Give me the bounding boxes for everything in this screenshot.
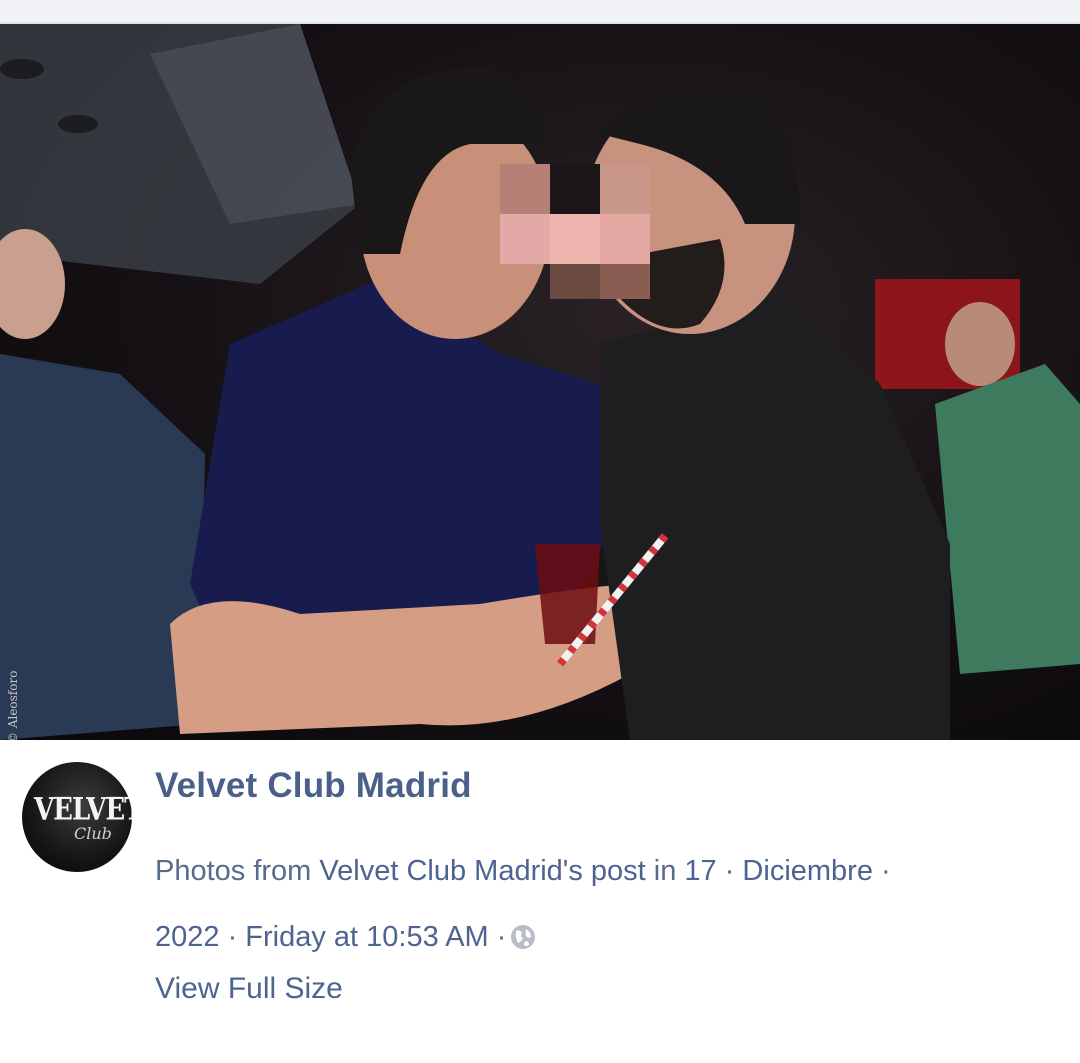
post-meta: Photos from Velvet Club Madrid's post in…	[155, 838, 1035, 970]
photo-watermark: © Aleosforo	[6, 670, 20, 740]
album-link[interactable]: 17 · Diciembre ·	[684, 855, 890, 887]
page-avatar[interactable]: VELVET Club	[22, 762, 132, 872]
timestamp-link[interactable]: Friday at 10:53 AM	[245, 921, 488, 953]
photo-illustration	[0, 24, 1080, 740]
top-bar	[0, 0, 1080, 24]
globe-icon[interactable]	[510, 924, 536, 950]
meta-in: in	[645, 855, 685, 887]
view-full-size-link[interactable]: View Full Size	[155, 972, 343, 1006]
meta-separator: ·	[219, 921, 246, 953]
meta-separator-2: ·	[488, 921, 507, 953]
post-link[interactable]: Velvet Club Madrid's post	[319, 855, 645, 887]
post-meta-line-1: Photos from Velvet Club Madrid's post in…	[155, 838, 1035, 904]
page-name-link[interactable]: Velvet Club Madrid	[155, 766, 472, 806]
post-info: VELVET Club Velvet Club Madrid Photos fr…	[0, 740, 1080, 1063]
avatar-logo-script: Club	[74, 824, 112, 843]
album-link-end[interactable]: 2022	[155, 921, 220, 953]
avatar-logo-text: VELVET	[34, 792, 132, 828]
meta-prefix: Photos from	[155, 855, 320, 887]
post-photo[interactable]: © Aleosforo	[0, 24, 1080, 740]
post-meta-line-2: 2022 · Friday at 10:53 AM ·	[155, 904, 1035, 970]
